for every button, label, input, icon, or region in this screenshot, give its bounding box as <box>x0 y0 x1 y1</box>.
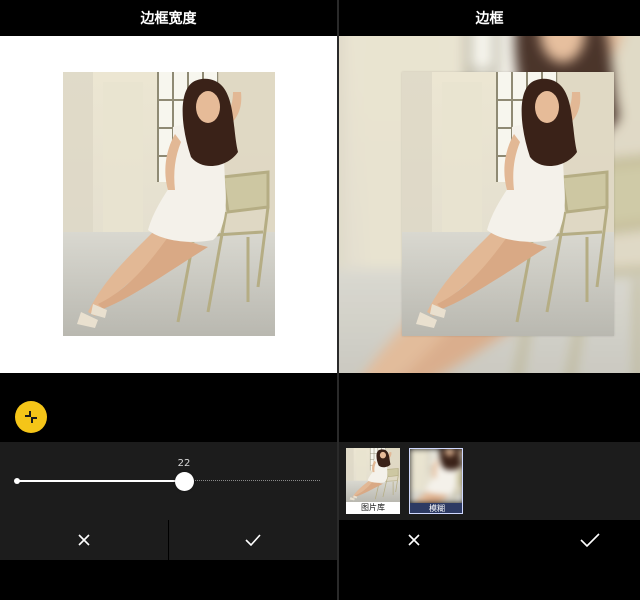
preview-canvas-blur <box>339 36 640 373</box>
border-width-slider: 22 <box>0 442 337 520</box>
border-panel: 边框 图片库 模糊 <box>339 0 640 600</box>
bottom-area <box>339 560 640 600</box>
confirm-button[interactable] <box>539 520 640 560</box>
action-bar <box>0 520 337 560</box>
check-icon <box>579 532 600 547</box>
close-icon <box>408 534 420 546</box>
preview-photo <box>402 72 614 336</box>
preview-canvas <box>0 36 337 373</box>
slider-track[interactable] <box>17 480 320 482</box>
cancel-button[interactable] <box>0 520 168 560</box>
slider-fill <box>17 480 184 482</box>
option-label: 模糊 <box>410 503 462 513</box>
gallery-thumbnail <box>346 448 400 502</box>
slider-thumb[interactable] <box>175 472 194 491</box>
confirm-button[interactable] <box>169 520 337 560</box>
close-icon <box>78 534 90 546</box>
preview-photo <box>63 72 275 336</box>
option-label: 图片库 <box>346 502 400 514</box>
slider-value: 22 <box>177 458 191 469</box>
shrink-icon <box>25 411 37 423</box>
slider-start-dot <box>14 478 20 484</box>
page-title: 边框 <box>339 0 640 36</box>
tool-row <box>0 373 337 442</box>
option-gallery[interactable]: 图片库 <box>346 448 400 514</box>
action-bar <box>339 520 640 560</box>
bottom-area <box>0 560 337 600</box>
shrink-button[interactable] <box>15 401 47 433</box>
blur-thumbnail <box>410 449 463 503</box>
cancel-button[interactable] <box>339 520 489 560</box>
border-options: 图片库 模糊 <box>339 442 640 520</box>
tool-row <box>339 373 640 442</box>
page-title: 边框宽度 <box>0 0 337 36</box>
check-icon <box>245 534 261 546</box>
border-width-panel: 边框宽度 22 <box>0 0 337 600</box>
slider-remaining <box>184 480 320 481</box>
option-blur[interactable]: 模糊 <box>409 448 463 514</box>
